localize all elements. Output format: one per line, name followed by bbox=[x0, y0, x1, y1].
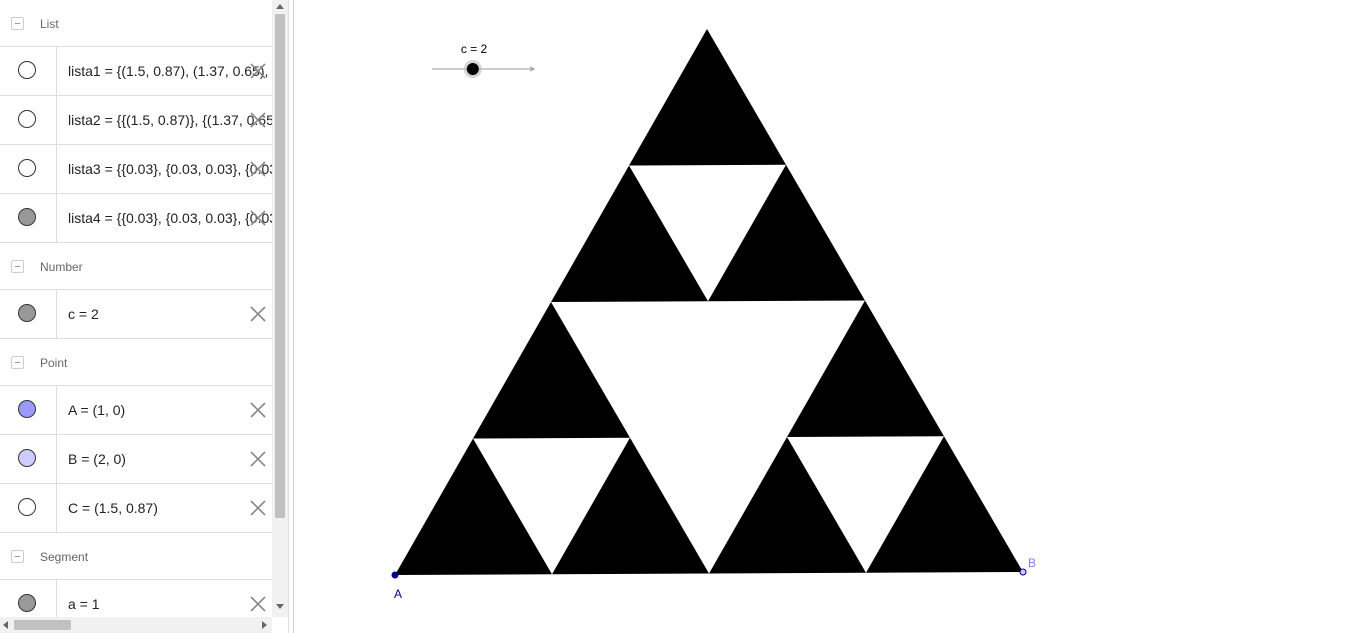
category-list[interactable]: List bbox=[0, 0, 272, 47]
sierpinski-triangle bbox=[395, 29, 1023, 575]
close-icon[interactable] bbox=[249, 305, 267, 323]
fractal-triangle bbox=[708, 164, 865, 302]
close-icon[interactable] bbox=[249, 401, 267, 419]
category-label: Point bbox=[40, 356, 68, 370]
marble-cell bbox=[0, 580, 57, 617]
scroll-right-arrow-icon[interactable] bbox=[262, 621, 267, 629]
close-icon[interactable] bbox=[249, 209, 267, 227]
close-icon[interactable] bbox=[249, 62, 267, 80]
visibility-toggle[interactable] bbox=[18, 208, 36, 226]
algebra-item-c[interactable]: c = 2 bbox=[0, 290, 272, 339]
slider-knob[interactable] bbox=[466, 63, 479, 75]
collapse-icon[interactable] bbox=[11, 17, 24, 30]
definition[interactable]: lista3 = {{0.03}, {0.03, 0.03}, {0.03, 0… bbox=[68, 161, 272, 177]
point-A-label: A bbox=[394, 587, 402, 601]
algebra-item-lista2[interactable]: lista2 = {{(1.5, 0.87)}, {(1.37, 0.65), … bbox=[0, 96, 272, 145]
close-icon[interactable] bbox=[249, 160, 267, 178]
collapse-icon[interactable] bbox=[11, 550, 24, 563]
collapse-icon[interactable] bbox=[11, 260, 24, 273]
visibility-toggle[interactable] bbox=[18, 594, 36, 612]
scroll-left-arrow-icon[interactable] bbox=[3, 621, 8, 629]
horizontal-scrollbar[interactable] bbox=[0, 617, 272, 633]
close-icon[interactable] bbox=[249, 499, 267, 517]
scrollbar-thumb[interactable] bbox=[275, 14, 285, 518]
category-label: Segment bbox=[40, 550, 89, 564]
point-A-marker[interactable] bbox=[391, 571, 399, 579]
definition[interactable]: a = 1 bbox=[68, 596, 100, 612]
fractal-triangle bbox=[866, 436, 1023, 573]
vertical-scrollbar[interactable] bbox=[272, 0, 288, 617]
marble-cell bbox=[0, 435, 57, 483]
slider-label: c = 2 bbox=[461, 42, 488, 56]
algebra-item-lista3[interactable]: lista3 = {{0.03}, {0.03, 0.03}, {0.03, 0… bbox=[0, 145, 272, 194]
algebra-item-B[interactable]: B = (2, 0) bbox=[0, 435, 272, 484]
point-A[interactable]: A bbox=[391, 571, 402, 601]
fractal-triangle bbox=[473, 302, 630, 439]
point-B-marker[interactable] bbox=[1019, 568, 1027, 576]
category-label: List bbox=[40, 17, 59, 31]
definition[interactable]: C = (1.5, 0.87) bbox=[68, 500, 158, 516]
marble-cell bbox=[0, 47, 57, 95]
marble-cell bbox=[0, 194, 57, 242]
definition[interactable]: B = (2, 0) bbox=[68, 451, 126, 467]
close-icon[interactable] bbox=[249, 450, 267, 468]
algebra-item-C[interactable]: C = (1.5, 0.87) bbox=[0, 484, 272, 533]
collapse-icon[interactable] bbox=[11, 356, 24, 369]
point-B-label: B bbox=[1028, 556, 1036, 570]
scrollbar-thumb[interactable] bbox=[14, 620, 71, 630]
visibility-toggle[interactable] bbox=[18, 110, 36, 128]
fractal-triangle bbox=[395, 438, 552, 575]
definition[interactable]: lista1 = {(1.5, 0.87), (1.37, 0.65), (1.… bbox=[68, 63, 272, 79]
marble-cell bbox=[0, 386, 57, 434]
visibility-toggle[interactable] bbox=[18, 400, 36, 418]
marble-cell bbox=[0, 96, 57, 144]
marble-cell bbox=[0, 484, 57, 532]
visibility-toggle[interactable] bbox=[18, 498, 36, 516]
category-segment[interactable]: Segment bbox=[0, 533, 272, 580]
definition[interactable]: lista2 = {{(1.5, 0.87)}, {(1.37, 0.65), … bbox=[68, 112, 272, 128]
graphics-view[interactable]: c = 2 A B bbox=[294, 0, 1360, 633]
fractal-triangle bbox=[709, 437, 866, 574]
marble-cell bbox=[0, 145, 57, 193]
algebra-item-lista4[interactable]: lista4 = {{0.03}, {0.03, 0.03}, {0.03, 0… bbox=[0, 194, 272, 243]
visibility-toggle[interactable] bbox=[18, 449, 36, 467]
category-point[interactable]: Point bbox=[0, 339, 272, 386]
visibility-toggle[interactable] bbox=[18, 61, 36, 79]
fractal-triangle bbox=[629, 29, 786, 166]
definition[interactable]: c = 2 bbox=[68, 306, 99, 322]
scroll-down-arrow-icon[interactable] bbox=[276, 604, 284, 609]
algebra-view: List lista1 = {(1.5, 0.87), (1.37, 0.65)… bbox=[0, 0, 272, 617]
fractal-triangle bbox=[787, 300, 944, 437]
close-icon[interactable] bbox=[249, 111, 267, 129]
visibility-toggle[interactable] bbox=[18, 159, 36, 177]
category-number[interactable]: Number bbox=[0, 243, 272, 290]
scroll-up-arrow-icon[interactable] bbox=[276, 4, 284, 9]
category-label: Number bbox=[40, 260, 83, 274]
definition[interactable]: lista4 = {{0.03}, {0.03, 0.03}, {0.03, 0… bbox=[68, 210, 272, 226]
close-icon[interactable] bbox=[249, 595, 267, 613]
slider-c[interactable]: c = 2 bbox=[432, 42, 536, 78]
marble-cell bbox=[0, 290, 57, 338]
fractal-triangle bbox=[551, 165, 708, 302]
algebra-item-a[interactable]: a = 1 bbox=[0, 580, 272, 617]
visibility-toggle[interactable] bbox=[18, 304, 36, 322]
definition[interactable]: A = (1, 0) bbox=[68, 402, 125, 418]
point-B[interactable]: B bbox=[1019, 556, 1036, 576]
fractal-triangle bbox=[552, 437, 709, 575]
algebra-item-lista1[interactable]: lista1 = {(1.5, 0.87), (1.37, 0.65), (1.… bbox=[0, 47, 272, 96]
algebra-item-A[interactable]: A = (1, 0) bbox=[0, 386, 272, 435]
